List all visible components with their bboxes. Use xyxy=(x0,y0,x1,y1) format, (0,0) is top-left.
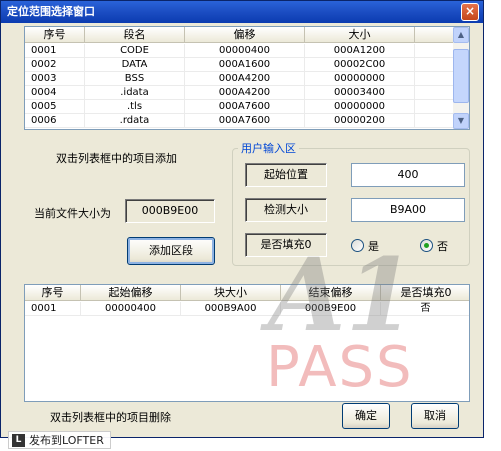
segment-list-header: 序号 段名 偏移 大小 xyxy=(25,27,455,43)
table-cell: 000A1200 xyxy=(305,44,415,57)
lofter-text: 发布到LOFTER xyxy=(29,434,104,447)
lofter-badge[interactable]: L 发布到LOFTER xyxy=(8,431,111,449)
add-segment-button[interactable]: 添加区段 xyxy=(127,237,215,265)
col-start-offset[interactable]: 起始偏移 xyxy=(81,285,181,301)
table-cell: 00003400 xyxy=(305,86,415,99)
table-cell: .idata xyxy=(85,86,185,99)
table-cell: DATA xyxy=(85,58,185,71)
table-cell: 00000200 xyxy=(305,114,415,127)
start-position-label: 起始位置 xyxy=(245,163,327,187)
cancel-button[interactable]: 取消 xyxy=(411,403,459,429)
close-button[interactable]: × xyxy=(461,3,479,21)
table-cell: 000A4200 xyxy=(185,72,305,85)
table-row[interactable]: 0002 DATA 000A1600 00002C00 xyxy=(25,58,455,72)
col-size[interactable]: 大小 xyxy=(305,27,415,43)
table-cell: 0002 xyxy=(25,58,85,71)
table-cell: 0004 xyxy=(25,86,85,99)
table-cell: 000A7600 xyxy=(185,100,305,113)
col-index[interactable]: 序号 xyxy=(25,27,85,43)
watermark-pass: PASS xyxy=(266,335,414,400)
lofter-logo-icon: L xyxy=(12,433,25,447)
table-cell: 00000000 xyxy=(305,72,415,85)
table-cell: BSS xyxy=(85,72,185,85)
segment-list-scrollbar[interactable]: ▲ ▼ xyxy=(453,27,469,129)
table-cell: 000A1600 xyxy=(185,58,305,71)
table-cell: 00000000 xyxy=(305,100,415,113)
table-cell: 0005 xyxy=(25,100,85,113)
scroll-down-button[interactable]: ▼ xyxy=(453,113,469,129)
file-size-label: 当前文件大小为 xyxy=(34,207,111,220)
table-cell: 000B9A00 xyxy=(181,302,281,315)
table-cell: 000A4200 xyxy=(185,86,305,99)
fill-no-label[interactable]: 否 xyxy=(437,238,448,254)
table-cell: CODE xyxy=(85,44,185,57)
table-row[interactable]: 0004 .idata 000A4200 00003400 xyxy=(25,86,455,100)
scroll-thumb[interactable] xyxy=(453,49,469,103)
table-cell: 00002C00 xyxy=(305,58,415,71)
table-row[interactable]: 0006 .rdata 000A7600 00000200 xyxy=(25,114,455,128)
table-cell: 00000400 xyxy=(81,302,181,315)
watermark-a1: A1 xyxy=(268,236,416,354)
title-bar[interactable]: 定位范围选择窗口 × xyxy=(1,1,483,23)
table-row[interactable]: 0005 .tls 000A7600 00000000 xyxy=(25,100,455,114)
table-cell: 0006 xyxy=(25,114,85,127)
start-position-input[interactable]: 400 xyxy=(351,163,465,187)
table-cell: .tls xyxy=(85,100,185,113)
window-title: 定位范围选择窗口 xyxy=(7,5,95,18)
file-size-value: 000B9E00 xyxy=(125,199,215,223)
col-range-index[interactable]: 序号 xyxy=(25,285,81,301)
col-block-size[interactable]: 块大小 xyxy=(181,285,281,301)
user-input-title: 用户输入区 xyxy=(238,140,299,156)
table-cell: 0001 xyxy=(25,302,81,315)
table-cell: 000A7600 xyxy=(185,114,305,127)
table-cell: 0003 xyxy=(25,72,85,85)
table-row[interactable]: 0001 CODE 00000400 000A1200 xyxy=(25,44,455,58)
check-size-input[interactable]: B9A00 xyxy=(351,198,465,222)
add-hint: 双击列表框中的项目添加 xyxy=(56,152,177,165)
table-cell: .rdata xyxy=(85,114,185,127)
col-name[interactable]: 段名 xyxy=(85,27,185,43)
fill-no-radio[interactable] xyxy=(420,239,433,252)
col-filler xyxy=(415,27,455,43)
delete-hint: 双击列表框中的项目删除 xyxy=(50,411,171,424)
scroll-up-button[interactable]: ▲ xyxy=(453,27,469,43)
table-cell: 00000400 xyxy=(185,44,305,57)
segment-list[interactable]: 序号 段名 偏移 大小 0001 CODE 00000400 000A1200 0002… xyxy=(24,26,470,130)
table-row[interactable]: 0003 BSS 000A4200 00000000 xyxy=(25,72,455,86)
check-size-label: 检测大小 xyxy=(245,198,327,222)
table-cell: 0001 xyxy=(25,44,85,57)
col-offset[interactable]: 偏移 xyxy=(185,27,305,43)
ok-button[interactable]: 确定 xyxy=(342,403,390,429)
